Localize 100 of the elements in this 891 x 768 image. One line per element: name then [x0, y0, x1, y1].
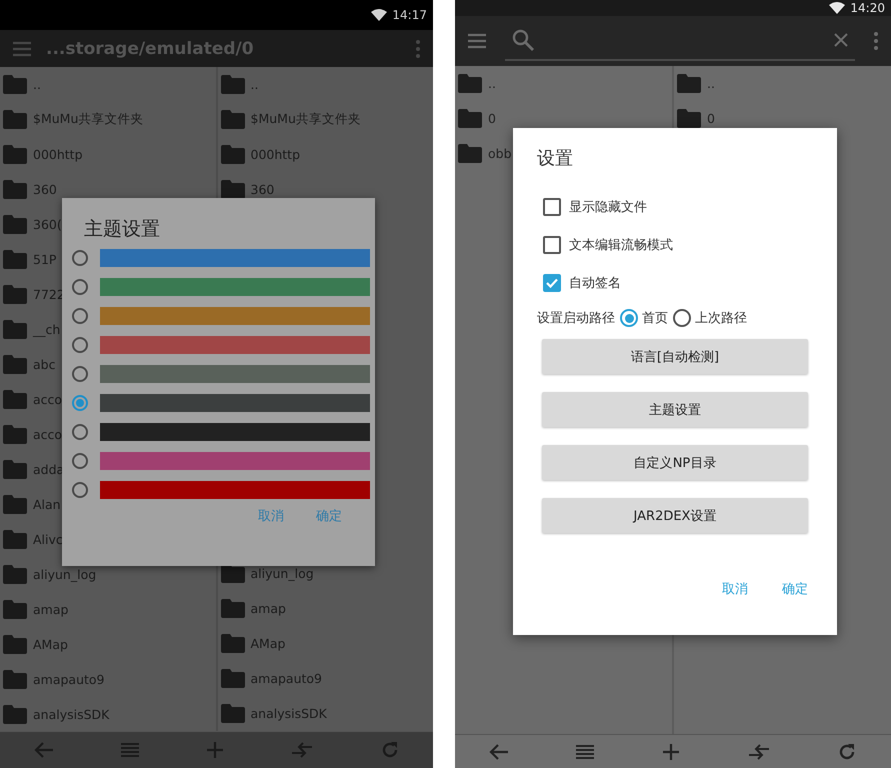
- checkbox[interactable]: [543, 274, 561, 292]
- folder-name[interactable]: acco: [33, 392, 62, 407]
- folder-icon: [458, 74, 482, 93]
- folder-icon: [3, 495, 27, 514]
- radio-button[interactable]: [72, 308, 88, 324]
- dialog-button[interactable]: 取消: [722, 577, 748, 601]
- dialog-button[interactable]: 确定: [316, 504, 342, 528]
- dialog-button[interactable]: 确定: [782, 577, 808, 601]
- checkbox[interactable]: [543, 236, 561, 254]
- folder-icon: [220, 599, 244, 618]
- color-swatch[interactable]: [100, 394, 370, 412]
- back-arrow-icon[interactable]: [488, 742, 509, 760]
- checkbox[interactable]: [543, 198, 561, 216]
- radio-button[interactable]: [72, 395, 88, 411]
- back-arrow-icon[interactable]: [34, 741, 54, 759]
- radio-button[interactable]: [72, 250, 88, 266]
- folder-name[interactable]: 360: [250, 182, 274, 197]
- folder-name[interactable]: 360(: [33, 217, 62, 232]
- folder-icon: [3, 355, 27, 374]
- folder-name[interactable]: acco: [33, 427, 62, 442]
- folder-icon: [3, 215, 27, 234]
- folder-name[interactable]: 000http: [33, 147, 83, 162]
- radio-button[interactable]: [72, 424, 88, 440]
- folder-name[interactable]: 000http: [250, 147, 300, 162]
- color-swatch[interactable]: [100, 249, 370, 267]
- folder-icon: [3, 565, 27, 584]
- folder-icon: [220, 110, 244, 129]
- color-swatch[interactable]: [100, 336, 370, 354]
- color-swatch[interactable]: [100, 365, 370, 383]
- settings-button[interactable]: JAR2DEX设置: [542, 498, 808, 533]
- plus-icon[interactable]: [662, 742, 680, 760]
- folder-icon: [220, 180, 244, 199]
- menu-icon[interactable]: [467, 33, 487, 49]
- folder-name[interactable]: 0: [707, 111, 715, 126]
- radio-button[interactable]: [72, 453, 88, 469]
- folder-name[interactable]: analysisSDK: [250, 706, 327, 721]
- close-icon[interactable]: [833, 32, 849, 48]
- list-icon[interactable]: [120, 742, 138, 758]
- wifi-icon: [829, 2, 846, 14]
- folder-name[interactable]: amapauto9: [250, 671, 322, 686]
- folder-name[interactable]: Alivc: [33, 532, 63, 547]
- folder-name[interactable]: Alan: [33, 497, 61, 512]
- swap-arrows-icon[interactable]: [290, 741, 312, 759]
- folder-name[interactable]: ..: [250, 77, 258, 92]
- folder-name[interactable]: $MuMu共享文件夹: [33, 111, 144, 128]
- folder-icon: [3, 110, 27, 129]
- folder-icon: [677, 74, 701, 93]
- color-swatch[interactable]: [100, 307, 370, 325]
- color-swatch[interactable]: [100, 481, 370, 499]
- status-time: 14:20: [850, 2, 885, 14]
- swap-arrows-icon[interactable]: [748, 742, 770, 760]
- folder-icon: [3, 285, 27, 304]
- folder-name[interactable]: obb: [488, 146, 512, 161]
- dialog-title: 设置: [537, 147, 573, 171]
- folder-name[interactable]: abc: [33, 357, 56, 372]
- plus-icon[interactable]: [206, 741, 224, 759]
- more-icon[interactable]: [415, 38, 421, 58]
- dialog-button[interactable]: 取消: [258, 504, 284, 528]
- list-icon[interactable]: [576, 744, 594, 760]
- folder-icon: [3, 250, 27, 269]
- color-swatch[interactable]: [100, 278, 370, 296]
- folder-name[interactable]: ..: [707, 76, 715, 91]
- more-icon[interactable]: [873, 31, 879, 51]
- folder-name[interactable]: AMap: [33, 637, 68, 652]
- folder-name[interactable]: aliyun_log: [250, 566, 314, 581]
- radio-label: 首页: [642, 310, 668, 327]
- folder-name[interactable]: $MuMu共享文件夹: [250, 111, 361, 128]
- folder-name[interactable]: 0: [488, 111, 496, 126]
- radio-button[interactable]: [72, 366, 88, 382]
- folder-name[interactable]: 51P: [33, 252, 56, 267]
- folder-name[interactable]: analysisSDK: [33, 707, 110, 722]
- settings-button[interactable]: 自定义NP目录: [542, 445, 808, 480]
- folder-name[interactable]: 360: [33, 182, 57, 197]
- folder-name[interactable]: __ch: [33, 322, 60, 337]
- color-swatch[interactable]: [100, 452, 370, 470]
- settings-button[interactable]: 主题设置: [542, 392, 808, 427]
- checkbox-label: 显示隐藏文件: [569, 198, 647, 216]
- color-swatch[interactable]: [100, 423, 370, 441]
- folder-name[interactable]: amap: [33, 602, 68, 617]
- radio-button[interactable]: [72, 337, 88, 353]
- folder-icon: [3, 320, 27, 339]
- settings-button[interactable]: 语言[自动检测]: [542, 339, 808, 374]
- folder-name[interactable]: AMap: [250, 636, 286, 651]
- folder-name[interactable]: aliyun_log: [33, 567, 96, 582]
- folder-icon: [3, 635, 27, 654]
- radio-button[interactable]: [620, 309, 638, 327]
- folder-icon: [220, 145, 244, 164]
- radio-button[interactable]: [72, 279, 88, 295]
- folder-name[interactable]: amap: [250, 601, 286, 616]
- folder-name[interactable]: ..: [33, 77, 41, 92]
- folder-name[interactable]: ..: [488, 76, 496, 91]
- folder-name[interactable]: amapauto9: [33, 672, 105, 687]
- checkbox-label: 自动签名: [569, 274, 621, 292]
- search-icon: [511, 28, 535, 52]
- path-title: ...storage/emulated/0: [46, 38, 255, 58]
- radio-button[interactable]: [673, 309, 691, 327]
- wifi-icon: [371, 9, 388, 21]
- menu-icon[interactable]: [12, 40, 32, 56]
- status-time: 14:17: [392, 9, 427, 21]
- radio-button[interactable]: [72, 482, 88, 498]
